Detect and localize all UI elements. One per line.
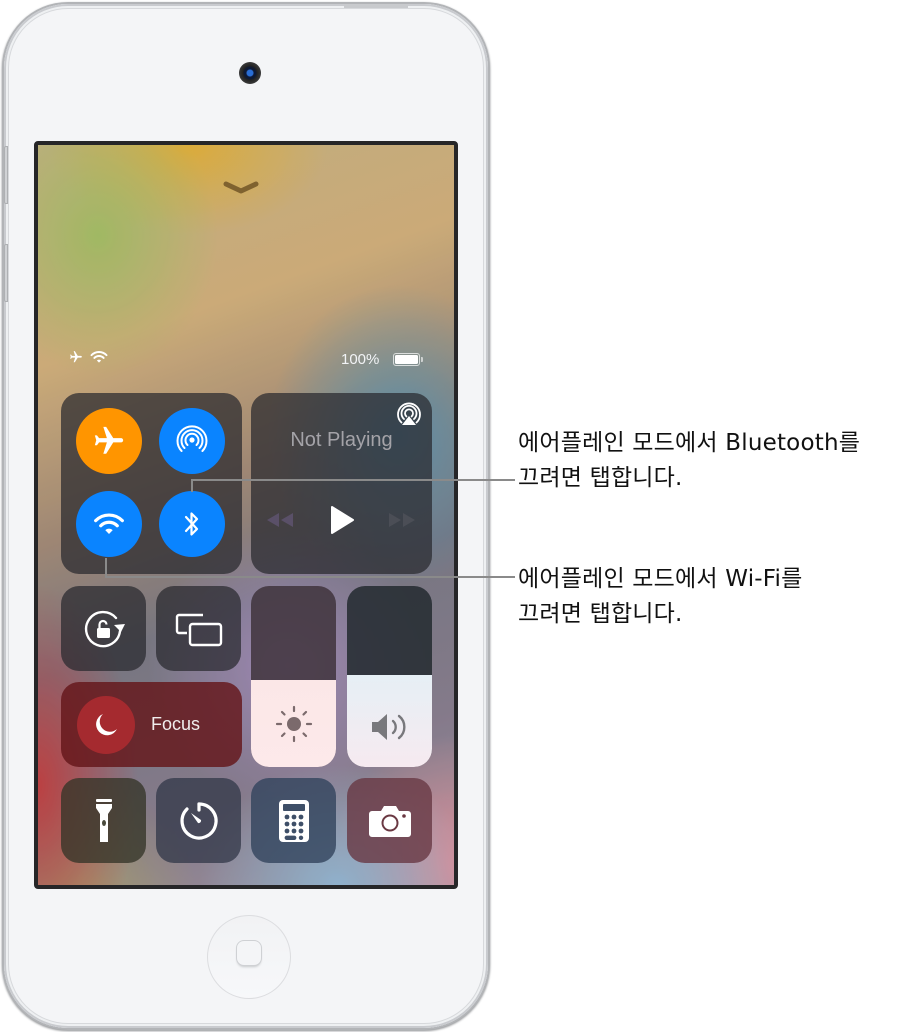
focus-label: Focus <box>151 714 201 734</box>
airdrop-toggle[interactable] <box>159 408 225 474</box>
rewind-icon[interactable] <box>265 511 295 529</box>
airplane-mode-toggle[interactable] <box>76 408 142 474</box>
battery-icon <box>393 353 423 366</box>
chevron-down-icon[interactable] <box>223 181 259 195</box>
home-square-icon <box>237 941 261 965</box>
wifi-callout-line2: 끄려면 탭합니다. <box>518 601 683 627</box>
wifi-icon <box>94 513 124 534</box>
bluetooth-callout: 에어플레인 모드에서 Bluetooth를 끄려면 탭합니다. <box>518 426 860 496</box>
screen-mirroring-button[interactable] <box>156 586 241 671</box>
moon-icon <box>96 714 117 736</box>
bluetooth-callout-leader <box>191 479 515 481</box>
flashlight-button[interactable] <box>61 778 146 863</box>
wifi-callout: 에어플레인 모드에서 Wi-Fi를 끄려면 탭합니다. <box>518 562 803 632</box>
status-bar: 100% <box>38 350 454 370</box>
now-playing-module: Not Playing <box>251 393 432 574</box>
sun-icon <box>275 705 312 743</box>
airdrop-icon <box>176 425 208 452</box>
brightness-slider[interactable] <box>251 586 336 767</box>
fast-forward-icon[interactable] <box>387 511 417 529</box>
now-playing-title: Not Playing <box>290 429 393 451</box>
front-camera <box>239 62 261 84</box>
camera-icon <box>368 805 411 837</box>
focus-button[interactable]: Focus <box>61 682 242 767</box>
camera-button[interactable] <box>347 778 432 863</box>
timer-button[interactable] <box>156 778 241 863</box>
flashlight-icon <box>95 798 112 842</box>
volume-slider[interactable] <box>347 586 432 767</box>
top-button <box>344 4 408 8</box>
connectivity-module <box>61 393 242 574</box>
speaker-icon <box>371 714 405 740</box>
wifi-callout-line1: 에어플레인 모드에서 Wi-Fi를 <box>518 566 803 592</box>
play-icon[interactable] <box>329 505 355 535</box>
volume-up-button <box>4 146 8 204</box>
wifi-icon <box>90 351 108 363</box>
calculator-button[interactable] <box>251 778 336 863</box>
bluetooth-callout-line2: 끄려면 탭합니다. <box>518 465 683 491</box>
bluetooth-toggle[interactable] <box>159 491 225 557</box>
battery-percent: 100% <box>341 351 380 368</box>
bluetooth-callout-line1: 에어플레인 모드에서 Bluetooth를 <box>518 430 861 456</box>
volume-down-button <box>4 244 8 302</box>
rotation-lock-icon <box>84 610 125 647</box>
wifi-callout-leader <box>105 576 515 578</box>
airplane-icon <box>70 351 82 363</box>
bluetooth-icon <box>184 512 199 536</box>
orientation-lock-toggle[interactable] <box>61 586 146 671</box>
calculator-icon <box>278 799 309 842</box>
wifi-callout-leader-vertical <box>105 558 107 578</box>
wifi-toggle[interactable] <box>76 491 142 557</box>
timer-icon <box>179 801 218 840</box>
airplay-icon[interactable] <box>396 401 422 427</box>
screen-mirroring-icon <box>175 613 222 646</box>
home-button[interactable] <box>207 915 291 999</box>
control-center-screen: 100% Not Playing Focus <box>34 141 458 889</box>
airplane-icon <box>94 426 124 454</box>
